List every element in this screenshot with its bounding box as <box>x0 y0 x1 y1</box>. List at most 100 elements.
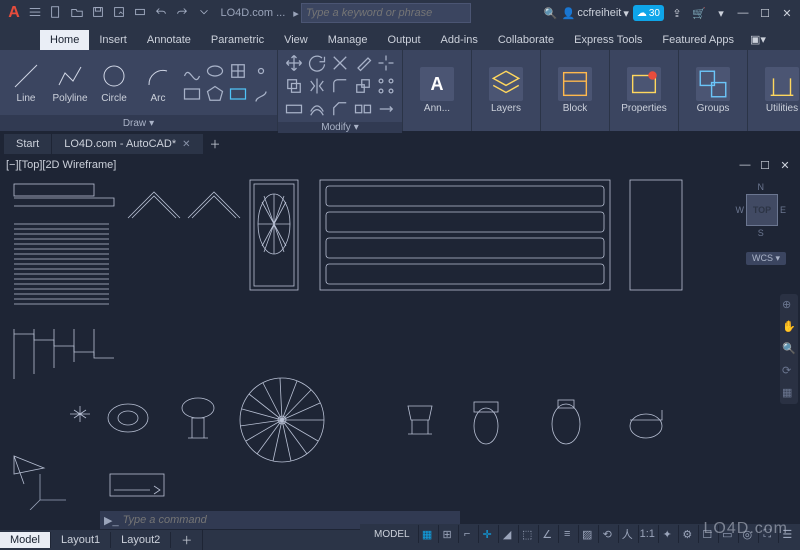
panel-block[interactable]: Block <box>547 65 603 116</box>
close-button[interactable]: ✕ <box>778 4 796 22</box>
doctab-start[interactable]: Start <box>4 134 52 154</box>
hatch-icon[interactable] <box>228 61 248 81</box>
viewport-min-icon[interactable]: — <box>736 156 754 174</box>
otrack-icon[interactable]: ∠ <box>538 525 556 543</box>
drawing-canvas[interactable]: N W TOP E S WCS ▾ ⊕ ✋ 🔍 ⟳ ▦ <box>0 174 800 510</box>
grid-icon[interactable]: ▦ <box>418 525 436 543</box>
trial-badge[interactable]: ☁ 30 <box>633 5 664 21</box>
region-icon[interactable] <box>228 84 248 104</box>
fillet-icon[interactable] <box>330 76 350 96</box>
new-icon[interactable] <box>48 4 64 20</box>
isolate-icon[interactable]: ◎ <box>738 525 756 543</box>
tab-home[interactable]: Home <box>40 30 89 50</box>
layout-add[interactable]: ＋ <box>171 530 203 550</box>
ellipse-icon[interactable] <box>205 61 225 81</box>
layout-1[interactable]: Layout1 <box>51 532 111 548</box>
panel-utilities[interactable]: Utilities <box>754 65 800 116</box>
tab-view[interactable]: View <box>274 30 318 50</box>
search-icon[interactable]: 🔍 <box>544 7 558 20</box>
saveas-icon[interactable] <box>111 4 127 20</box>
minimize-button[interactable]: — <box>734 4 752 22</box>
tab-parametric[interactable]: Parametric <box>201 30 274 50</box>
showmotion-icon[interactable]: ▦ <box>782 386 796 400</box>
viewport-max-icon[interactable]: ☐ <box>756 156 774 174</box>
viewport-label[interactable]: [−][Top][2D Wireframe] <box>6 159 116 171</box>
panel-groups[interactable]: Groups <box>685 65 741 116</box>
help-dropdown[interactable]: ▾ <box>712 4 730 22</box>
qat-dropdown-icon[interactable] <box>196 4 212 20</box>
chamfer-icon[interactable] <box>330 99 350 119</box>
scale-icon[interactable]: 1:1 <box>638 525 656 543</box>
move-icon[interactable] <box>284 53 304 73</box>
share-icon[interactable]: ⇪ <box>668 4 686 22</box>
tab-insert[interactable]: Insert <box>89 30 137 50</box>
search-box[interactable] <box>301 3 471 23</box>
doctab-add[interactable]: ＋ <box>204 134 228 154</box>
tool-line[interactable]: Line <box>6 61 46 104</box>
tab-output[interactable]: Output <box>378 30 431 50</box>
rotate-icon[interactable] <box>307 53 327 73</box>
search-input[interactable] <box>306 7 466 19</box>
tab-overflow[interactable]: ▣▾ <box>744 29 772 50</box>
osnap-icon[interactable]: ⬚ <box>518 525 536 543</box>
viewport-controls[interactable]: [−][Top][2D Wireframe] — ☐ ✕ <box>0 156 800 174</box>
rectangle-icon[interactable] <box>182 84 202 104</box>
search-chevron-icon[interactable]: ▸ <box>293 7 299 20</box>
annovis-icon[interactable]: ✦ <box>658 525 676 543</box>
tool-circle[interactable]: Circle <box>94 61 134 104</box>
workspace-icon[interactable]: ⚙ <box>678 525 696 543</box>
helix-icon[interactable] <box>251 84 271 104</box>
layout-model[interactable]: Model <box>0 532 51 548</box>
ortho-icon[interactable]: ⌐ <box>458 525 476 543</box>
panel-annotation[interactable]: AAnn... <box>409 65 465 116</box>
viewport-close-icon[interactable]: ✕ <box>776 156 794 174</box>
align-icon[interactable] <box>353 99 373 119</box>
copy-icon[interactable] <box>284 76 304 96</box>
erase-icon[interactable] <box>353 53 373 73</box>
array-icon[interactable] <box>376 76 396 96</box>
cart-icon[interactable]: 🛒 <box>690 4 708 22</box>
maximize-button[interactable]: ☐ <box>756 4 774 22</box>
orbit-icon[interactable]: ⟳ <box>782 364 796 378</box>
iso-icon[interactable]: ◢ <box>498 525 516 543</box>
panel-properties[interactable]: Properties <box>616 65 672 116</box>
cycling-icon[interactable]: ⟲ <box>598 525 616 543</box>
pan-icon[interactable]: ✋ <box>782 320 796 334</box>
tool-polyline[interactable]: Polyline <box>50 61 90 104</box>
fullnav-icon[interactable]: ⊕ <box>782 298 796 312</box>
redo-icon[interactable] <box>174 4 190 20</box>
tab-featured[interactable]: Featured Apps <box>652 30 744 50</box>
tab-express[interactable]: Express Tools <box>564 30 652 50</box>
point-icon[interactable] <box>251 61 271 81</box>
explode-icon[interactable] <box>376 53 396 73</box>
status-model[interactable]: MODEL <box>368 529 416 540</box>
tool-arc[interactable]: Arc <box>138 61 178 104</box>
lineweight-icon[interactable]: ≡ <box>558 525 576 543</box>
snap-icon[interactable]: ⊞ <box>438 525 456 543</box>
lengthen-icon[interactable] <box>376 99 396 119</box>
customize-icon[interactable]: ☰ <box>778 525 796 543</box>
hardware-icon[interactable]: ▭ <box>718 525 736 543</box>
view-cube[interactable]: N W TOP E S <box>735 182 786 238</box>
tab-addins[interactable]: Add-ins <box>431 30 488 50</box>
tab-annotate[interactable]: Annotate <box>137 30 201 50</box>
trim-icon[interactable] <box>330 53 350 73</box>
close-tab-icon[interactable]: ✕ <box>182 139 190 150</box>
scale-icon[interactable] <box>353 76 373 96</box>
transparency-icon[interactable]: ▨ <box>578 525 596 543</box>
tab-manage[interactable]: Manage <box>318 30 378 50</box>
undo-icon[interactable] <box>153 4 169 20</box>
plot-icon[interactable] <box>132 4 148 20</box>
monitor-icon[interactable]: ☐ <box>698 525 716 543</box>
clean-icon[interactable]: ⛶ <box>758 525 776 543</box>
wcs-badge[interactable]: WCS ▾ <box>746 252 786 265</box>
mirror-icon[interactable] <box>307 76 327 96</box>
layout-2[interactable]: Layout2 <box>111 532 171 548</box>
stretch-icon[interactable] <box>284 99 304 119</box>
open-icon[interactable] <box>69 4 85 20</box>
polar-icon[interactable]: ✛ <box>478 525 496 543</box>
user-menu[interactable]: 👤 ccfreiheit ▾ <box>562 7 629 20</box>
save-icon[interactable] <box>90 4 106 20</box>
panel-layers[interactable]: Layers <box>478 65 534 116</box>
app-logo[interactable]: A <box>4 3 24 23</box>
